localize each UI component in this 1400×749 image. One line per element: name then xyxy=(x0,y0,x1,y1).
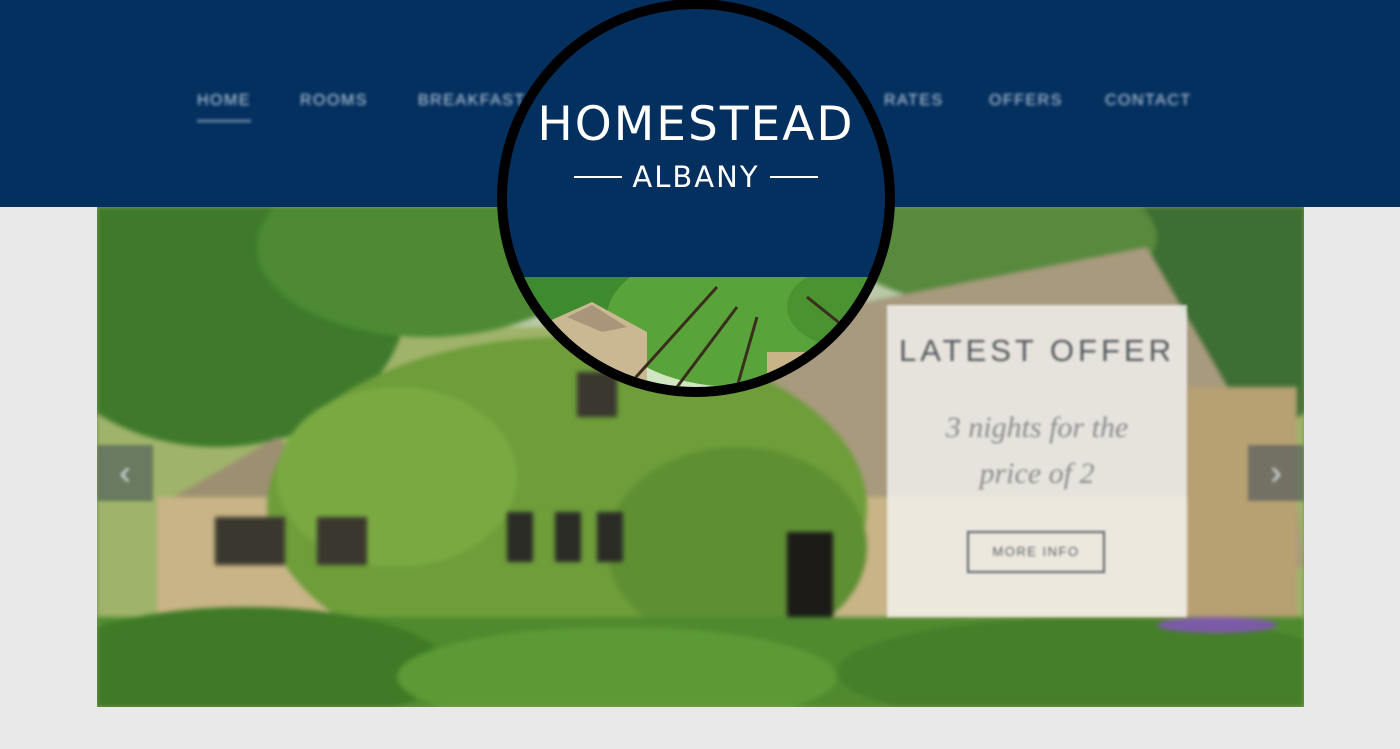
logo-magnifier: HOMESTEAD ALBANY xyxy=(497,0,895,397)
logo-badge[interactable]: HOMESTEAD ALBANY xyxy=(507,9,885,387)
nav-item-rates[interactable]: RATES xyxy=(884,92,944,110)
nav-item-rooms[interactable]: ROOMS xyxy=(300,92,368,110)
logo-line-right xyxy=(769,176,818,178)
nav-item-home[interactable]: HOME xyxy=(197,92,251,122)
offer-description: 3 nights for the price of 2 xyxy=(945,411,1129,490)
slider-next-arrow-icon[interactable]: › xyxy=(1248,445,1304,501)
nav-item-contact[interactable]: CONTACT xyxy=(1105,92,1192,110)
logo-title: HOMESTEAD xyxy=(537,97,855,152)
more-info-button[interactable]: MORE INFO xyxy=(967,531,1105,573)
slider-prev-arrow-icon[interactable]: ‹ xyxy=(97,445,153,501)
logo-subtitle-row: ALBANY xyxy=(507,159,885,195)
offer-title: LATEST OFFER xyxy=(899,333,1175,368)
magnified-hero-image xyxy=(507,277,885,387)
nav-item-offers[interactable]: OFFERS xyxy=(989,92,1063,110)
latest-offer-panel: LATEST OFFER 3 nights for the price of 2… xyxy=(887,305,1187,617)
logo-line-left xyxy=(574,176,623,178)
logo-subtitle: ALBANY xyxy=(632,160,760,194)
